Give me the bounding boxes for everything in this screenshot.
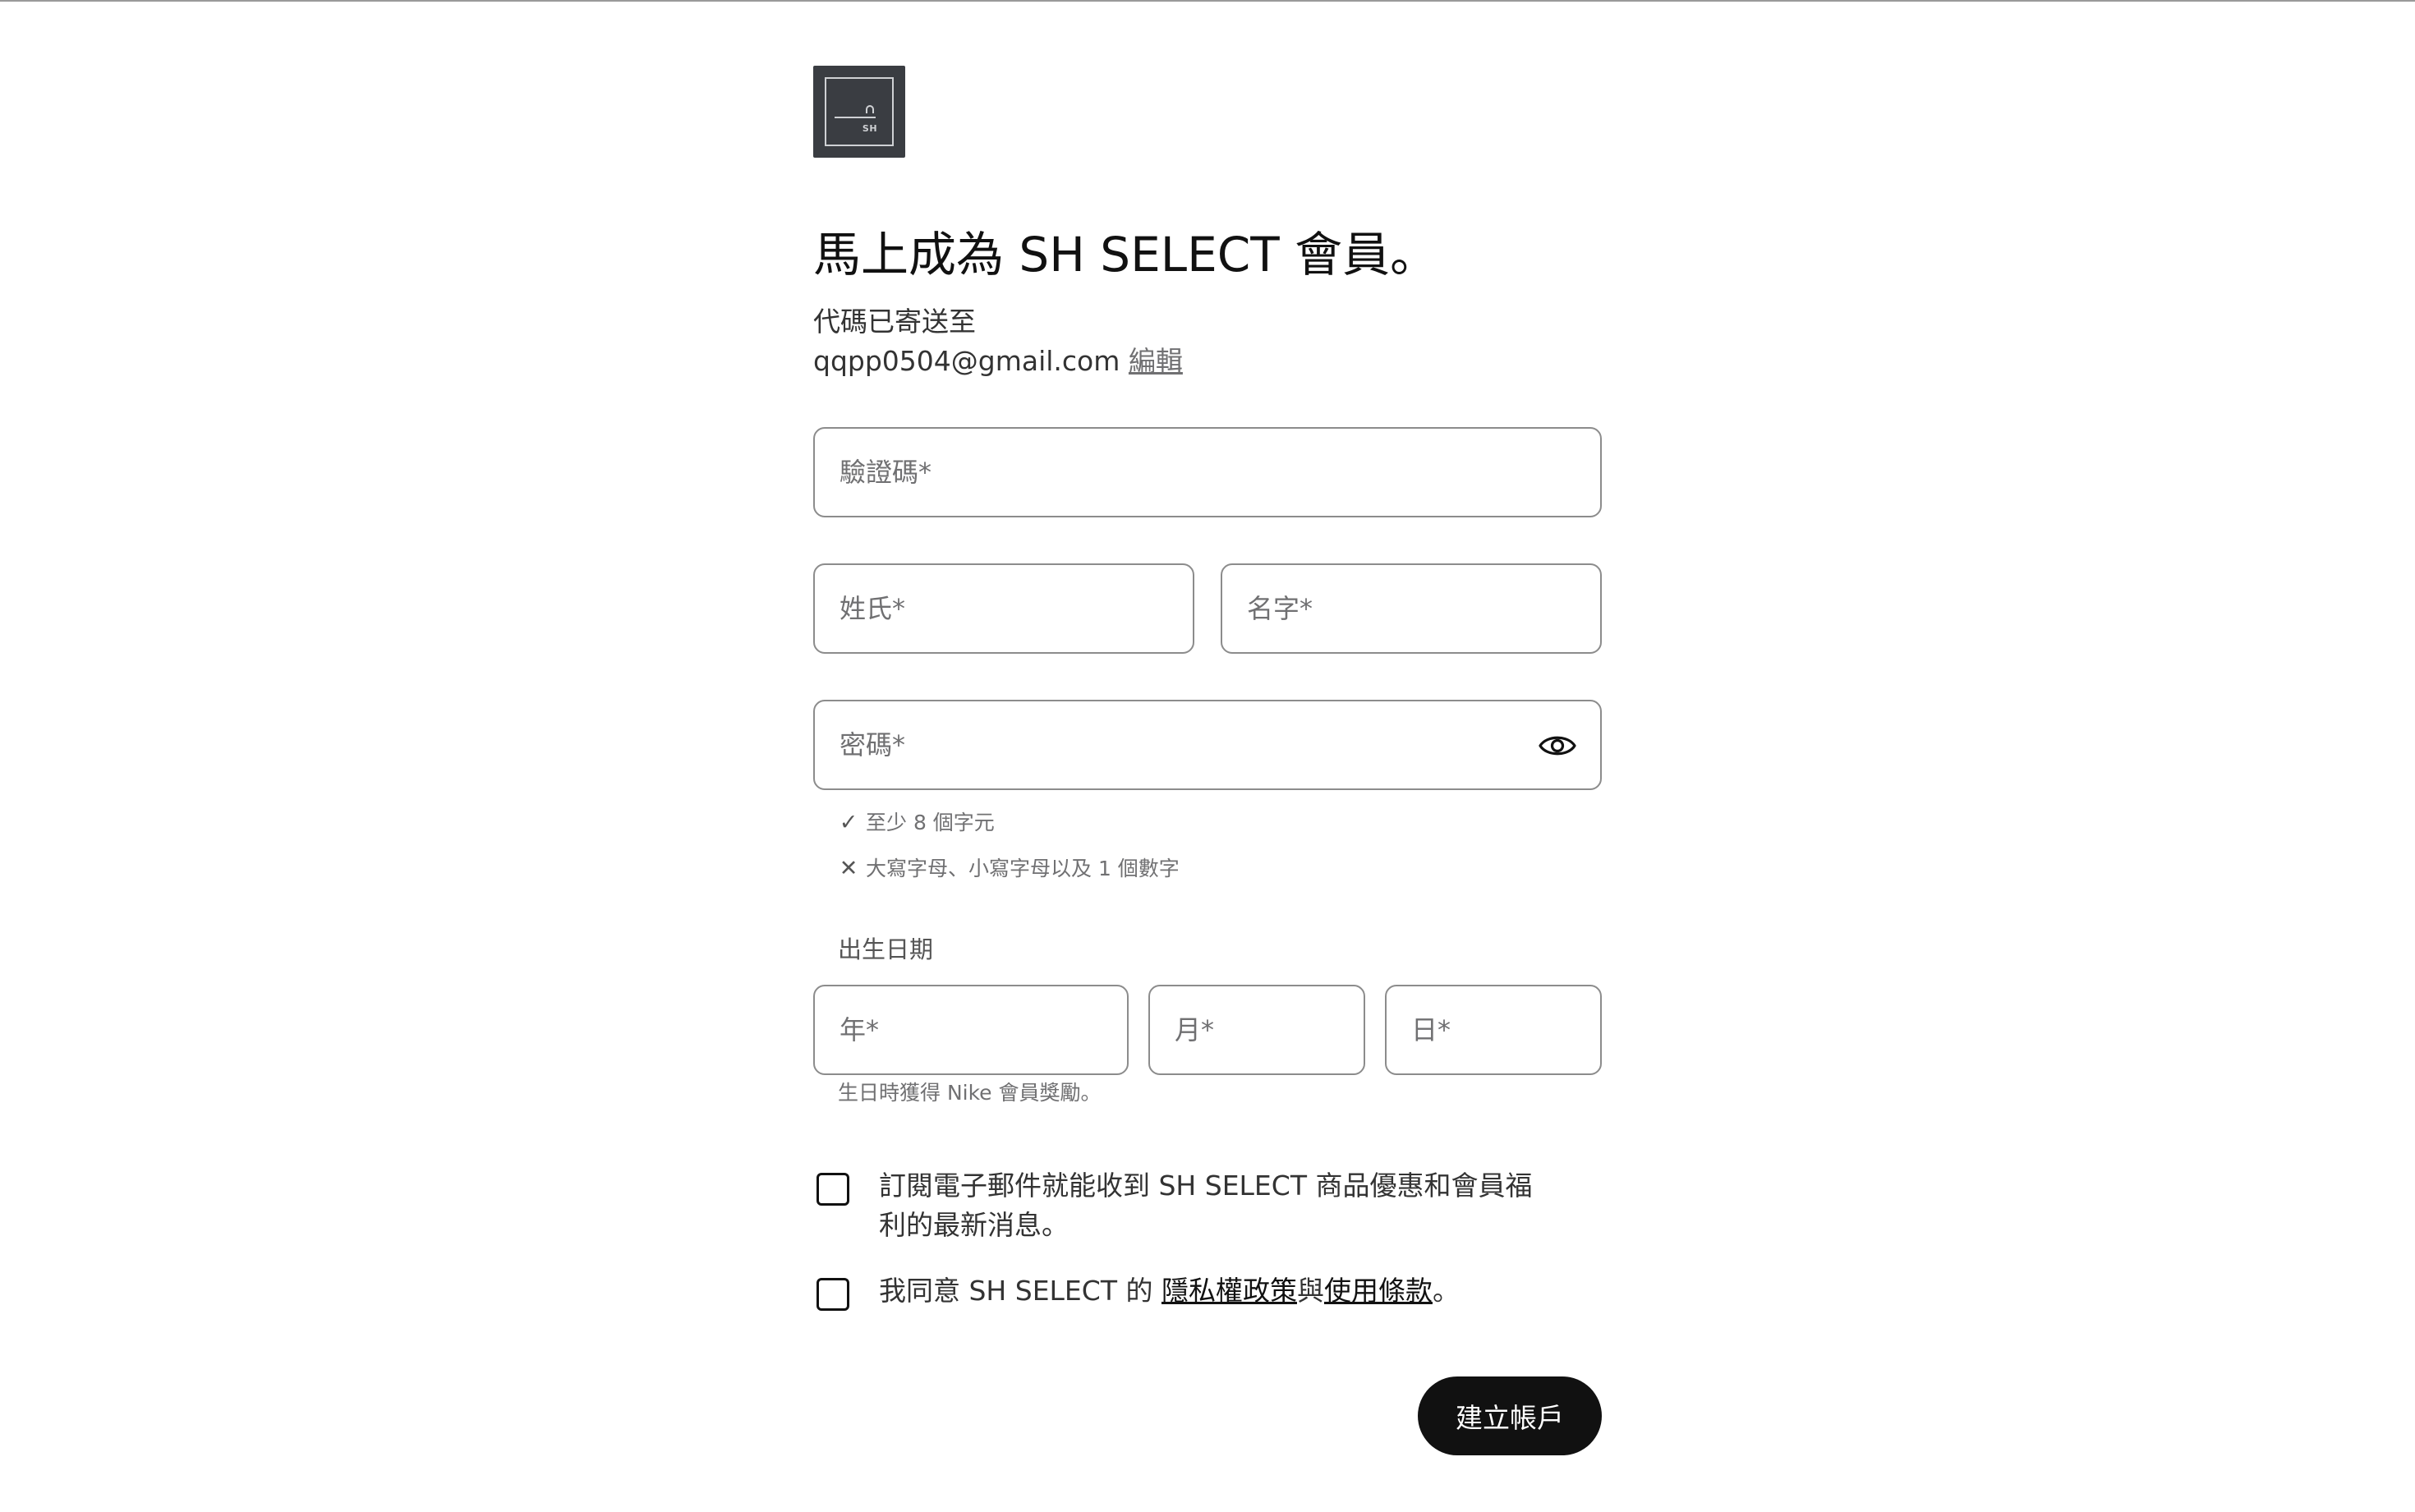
birth-month-input[interactable]	[1150, 986, 1364, 1073]
password-rule-text: 至少 8 個字元	[866, 811, 995, 834]
email-address: qqpp0504@gmail.com	[813, 345, 1120, 377]
birth-year-field	[813, 985, 1129, 1075]
check-icon: ✓	[839, 810, 858, 835]
terms-joiner: 與	[1296, 1275, 1324, 1307]
terms-checkbox[interactable]	[816, 1278, 849, 1311]
terms-prefix: 我同意 SH SELECT 的	[879, 1275, 1162, 1307]
code-sent-info: 代碼已寄送至 qqpp0504@gmail.com 編輯	[813, 302, 1183, 381]
password-rule-text: 大寫字母、小寫字母以及 1 個數字	[866, 857, 1180, 880]
verification-code-input[interactable]	[815, 429, 1600, 516]
last-name-input[interactable]	[815, 565, 1193, 652]
terms-suffix: 。	[1432, 1275, 1460, 1307]
signup-container: SH 馬上成為 SH SELECT 會員。 代碼已寄送至 qqpp0504@gm…	[813, 0, 1602, 1512]
password-rule-length: ✓ 至少 8 個字元	[838, 808, 995, 838]
last-name-field	[813, 563, 1194, 654]
code-sent-label: 代碼已寄送至	[813, 306, 976, 338]
edit-email-link[interactable]: 編輯	[1129, 345, 1183, 377]
birthdate-label: 出生日期	[838, 935, 934, 963]
logo-text: SH	[862, 123, 878, 134]
brand-logo: SH	[813, 66, 905, 158]
page-title: 馬上成為 SH SELECT 會員。	[813, 227, 1438, 283]
password-rule-complexity: ✕ 大寫字母、小寫字母以及 1 個數字	[838, 854, 1180, 884]
eye-icon[interactable]	[1538, 729, 1577, 762]
terms-label: 我同意 SH SELECT 的 隱私權政策與使用條款。	[879, 1271, 1552, 1311]
house-icon	[866, 105, 874, 113]
privacy-policy-link[interactable]: 隱私權政策	[1162, 1275, 1297, 1307]
birth-month-field	[1148, 985, 1365, 1075]
newsletter-label: 訂閱電子郵件就能收到 SH SELECT 商品優惠和會員福利的最新消息。	[879, 1170, 1533, 1241]
password-input[interactable]	[815, 701, 1600, 788]
password-field	[813, 700, 1602, 790]
birthday-reward-hint: 生日時獲得 Nike 會員獎勵。	[838, 1081, 1102, 1105]
terms-of-use-link[interactable]: 使用條款	[1324, 1275, 1433, 1307]
first-name-field	[1221, 563, 1602, 654]
newsletter-checkbox[interactable]	[816, 1173, 849, 1206]
birth-year-input[interactable]	[815, 986, 1127, 1073]
birth-day-input[interactable]	[1387, 986, 1600, 1073]
birth-day-field	[1385, 985, 1602, 1075]
first-name-input[interactable]	[1222, 565, 1600, 652]
verification-code-field	[813, 427, 1602, 517]
cross-icon: ✕	[839, 856, 858, 881]
create-account-button[interactable]: 建立帳戶	[1418, 1376, 1602, 1455]
